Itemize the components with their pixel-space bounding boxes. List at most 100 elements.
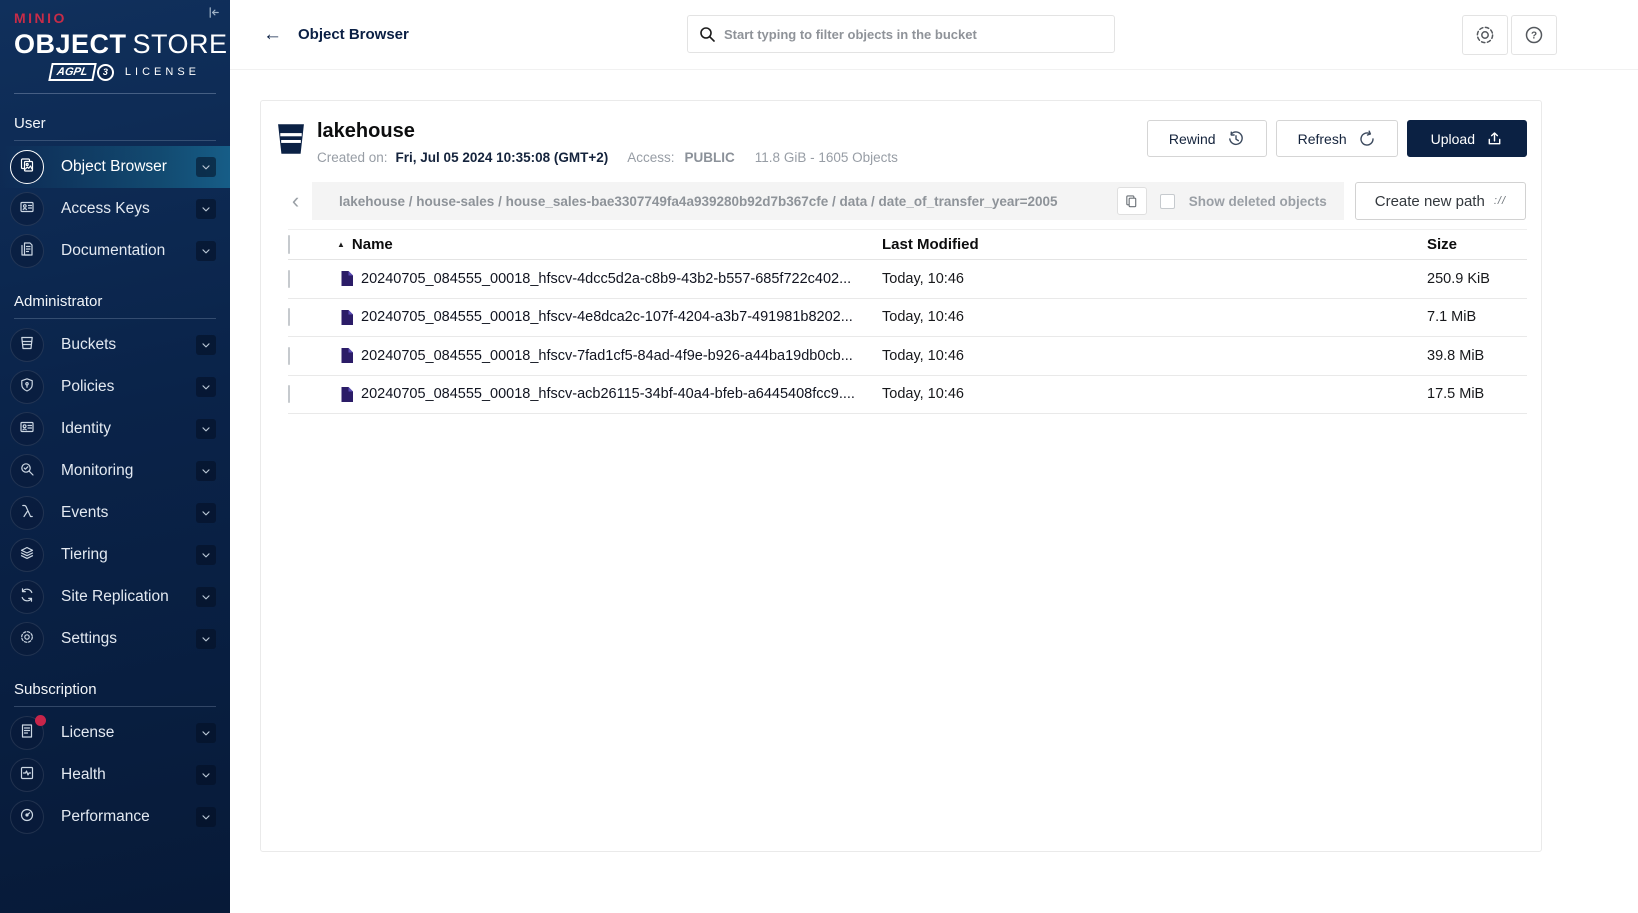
object-size: 39.8 MiB [1427,348,1529,364]
table-row[interactable]: 20240705_084555_00018_hfscv-7fad1cf5-84a… [288,337,1527,376]
access-value[interactable]: PUBLIC [685,150,735,165]
sort-asc-icon: ▲ [337,240,345,249]
sidebar-item-tiering[interactable]: Tiering [0,534,230,576]
sidebar-item-label: Monitoring [61,462,133,480]
chevron-down-icon[interactable] [196,335,216,355]
chevron-down-icon[interactable] [196,587,216,607]
sidebar-item-settings[interactable]: Settings [0,618,230,660]
back-arrow-icon[interactable]: ← [263,24,282,46]
table-row[interactable]: 20240705_084555_00018_hfscv-4dcc5d2a-c8b… [288,260,1527,299]
file-icon [340,386,354,403]
sidebar-item-documentation[interactable]: Documentation [0,230,230,272]
column-header-last-modified[interactable]: Last Modified [882,236,1427,253]
select-all-checkbox[interactable] [288,235,290,254]
upload-icon [1486,130,1503,147]
sidebar-item-performance[interactable]: Performance [0,796,230,838]
sidebar-item-label: Site Replication [61,588,169,606]
search-input[interactable] [724,27,1103,42]
product-name: OBJECTSTORE [14,29,216,60]
object-filter-searchbox [687,15,1115,53]
column-header-name[interactable]: ▲ Name [337,236,882,253]
chevron-down-icon[interactable] [196,503,216,523]
sidebar-item-events[interactable]: Events [0,492,230,534]
sidebar-item-buckets[interactable]: Buckets [0,324,230,366]
row-checkbox[interactable] [288,270,290,288]
chevron-down-icon[interactable] [196,545,216,565]
agpl-version-badge: 3 [97,64,114,81]
row-checkbox[interactable] [288,385,290,403]
chevron-down-icon[interactable] [196,723,216,743]
search-icon [699,26,715,42]
sidebar-item-access-keys[interactable]: Access Keys [0,188,230,230]
chevron-down-icon[interactable] [196,629,216,649]
column-header-size[interactable]: Size [1427,236,1529,253]
bucket-actions: Rewind Refresh Upload [1147,120,1527,157]
refresh-button[interactable]: Refresh [1276,120,1398,157]
show-deleted-label: Show deleted objects [1189,194,1334,209]
objects-table: ▲ Name Last Modified Size 20240705_08455… [288,229,1527,414]
sidebar-item-policies[interactable]: Policies [0,366,230,408]
sidebar-section: Administrator Buckets Policies Identity [0,293,230,660]
bucket-name: lakehouse [317,120,898,143]
bucket-browser-card: lakehouse Created on: Fri, Jul 05 2024 1… [260,100,1542,852]
sidebar-item-site-replication[interactable]: Site Replication [0,576,230,618]
bucket-meta: Created on: Fri, Jul 05 2024 10:35:08 (G… [317,150,898,165]
sidebar-section-label: User [14,115,216,132]
help-icon: ? [1524,25,1544,45]
row-checkbox[interactable] [288,308,290,326]
object-size: 7.1 MiB [1427,309,1529,325]
create-new-path-button[interactable]: Create new path :// [1355,182,1526,220]
collapse-sidebar-icon[interactable] [206,5,221,25]
help-button[interactable]: ? [1511,15,1557,55]
chevron-down-icon[interactable] [196,765,216,785]
divider [14,706,216,707]
breadcrumb-back-chevron[interactable]: ‹ [279,182,312,220]
sidebar-item-label: Documentation [61,242,165,260]
sidebar-item-health[interactable]: Health [0,754,230,796]
main-area: ← Object Browser ? lakehouse Created on: [230,0,1638,913]
chevron-down-icon[interactable] [196,807,216,827]
table-row[interactable]: 20240705_084555_00018_hfscv-4e8dca2c-107… [288,299,1527,338]
chevron-down-icon[interactable] [196,199,216,219]
chevron-down-icon[interactable] [196,461,216,481]
sidebar-section: Subscription License Health Performance [0,681,230,838]
sidebar-item-label: Tiering [61,546,108,564]
sidebar-item-object-browser[interactable]: Object Browser [0,146,230,188]
chevron-down-icon[interactable] [196,377,216,397]
gear-icon [1474,24,1496,46]
nav-icon-circle [10,716,44,750]
chevron-down-icon[interactable] [196,157,216,177]
access-keys-icon [19,199,35,220]
breadcrumb-path[interactable]: lakehouse / house-sales / house_sales-ba… [339,194,1104,209]
sidebar-section: User Object Browser Access Keys Document… [0,115,230,272]
copy-icon [1124,194,1139,209]
chevron-down-icon[interactable] [196,241,216,261]
object-name: 20240705_084555_00018_hfscv-4dcc5d2a-c8b… [361,271,851,287]
sidebar-item-label: Settings [61,630,117,648]
rewind-button[interactable]: Rewind [1147,120,1267,157]
performance-icon [19,807,35,828]
object-last-modified: Today, 10:46 [882,271,1427,287]
show-deleted-checkbox[interactable] [1160,194,1175,209]
file-icon [340,270,354,287]
settings-button[interactable] [1462,15,1508,55]
license-icon [19,723,35,744]
monitoring-icon [19,461,35,482]
nav-icon-circle [10,454,44,488]
chevron-down-icon[interactable] [196,419,216,439]
access-label: Access: [627,150,674,165]
svg-text:?: ? [1531,31,1537,42]
nav-icon-circle [10,800,44,834]
sidebar-item-identity[interactable]: Identity [0,408,230,450]
file-icon [340,347,354,364]
created-label: Created on: [317,150,388,165]
row-checkbox[interactable] [288,347,290,365]
sidebar-item-license[interactable]: License [0,712,230,754]
bucket-header: lakehouse Created on: Fri, Jul 05 2024 1… [261,101,1541,178]
upload-button[interactable]: Upload [1407,120,1527,157]
bucket-titles: lakehouse Created on: Fri, Jul 05 2024 1… [317,120,898,165]
nav-icon-circle [10,622,44,656]
table-row[interactable]: 20240705_084555_00018_hfscv-acb26115-34b… [288,376,1527,415]
copy-path-button[interactable] [1117,187,1147,215]
sidebar-item-monitoring[interactable]: Monitoring [0,450,230,492]
